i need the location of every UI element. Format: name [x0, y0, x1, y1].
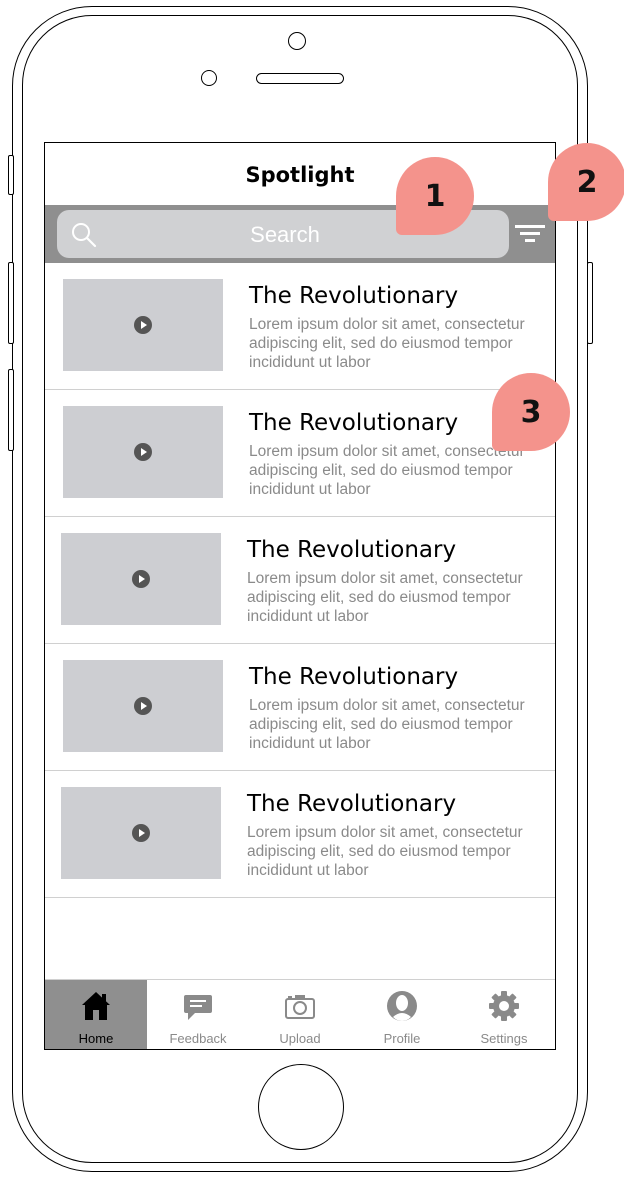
power-button [587, 262, 593, 344]
page-title: Spotlight [245, 163, 355, 187]
tab-label: Home [78, 1031, 114, 1046]
app-screen: Spotlight The Revolutionary Lorem ipsum … [44, 142, 556, 1050]
video-thumbnail[interactable] [63, 406, 223, 498]
item-description: Lorem ipsum dolor sit amet, consectetur … [249, 697, 525, 752]
video-list: The Revolutionary Lorem ipsum dolor sit … [45, 263, 555, 898]
tab-label: Profile [383, 1031, 421, 1046]
item-description: Lorem ipsum dolor sit amet, consectetur … [249, 443, 525, 498]
tab-label: Upload [279, 1031, 321, 1046]
volume-down-button [8, 369, 14, 451]
search-bar [45, 205, 555, 263]
earpiece-speaker [256, 73, 344, 84]
list-item[interactable]: The Revolutionary Lorem ipsum dolor sit … [45, 644, 555, 771]
home-icon [82, 992, 110, 1020]
play-icon[interactable] [134, 697, 152, 715]
feedback-icon [184, 995, 212, 1020]
annotation-callout-1: 1 [396, 157, 474, 235]
tab-upload[interactable]: Upload [249, 980, 351, 1049]
app-header: Spotlight [45, 143, 555, 205]
profile-icon [387, 991, 417, 1021]
list-item[interactable]: The Revolutionary Lorem ipsum dolor sit … [45, 517, 555, 644]
front-camera [288, 32, 306, 50]
item-title: The Revolutionary [247, 537, 457, 563]
item-title: The Revolutionary [249, 410, 459, 436]
filter-icon[interactable] [515, 219, 545, 247]
tab-label: Settings [480, 1031, 528, 1046]
video-thumbnail[interactable] [63, 279, 223, 371]
item-description: Lorem ipsum dolor sit amet, consectetur … [247, 570, 523, 625]
item-description: Lorem ipsum dolor sit amet, consectetur … [249, 316, 525, 371]
video-thumbnail[interactable] [61, 533, 221, 625]
tab-settings[interactable]: Settings [453, 980, 555, 1049]
play-icon[interactable] [134, 443, 152, 461]
annotation-callout-2: 2 [548, 143, 624, 221]
list-item[interactable]: The Revolutionary Lorem ipsum dolor sit … [45, 771, 555, 898]
gear-icon [489, 991, 519, 1021]
camera-icon [285, 995, 315, 1019]
item-title: The Revolutionary [247, 791, 457, 817]
item-title: The Revolutionary [249, 664, 459, 690]
item-description: Lorem ipsum dolor sit amet, consectetur … [247, 824, 523, 879]
tab-profile[interactable]: Profile [351, 980, 453, 1049]
tab-home[interactable]: Home [45, 980, 147, 1049]
video-thumbnail[interactable] [63, 660, 223, 752]
tab-bar: Home Feedback Upload Profile Settings [45, 979, 555, 1049]
list-item[interactable]: The Revolutionary Lorem ipsum dolor sit … [45, 390, 555, 517]
list-item[interactable]: The Revolutionary Lorem ipsum dolor sit … [45, 263, 555, 390]
home-button[interactable] [258, 1064, 344, 1150]
play-icon[interactable] [134, 316, 152, 334]
play-icon[interactable] [132, 824, 150, 842]
annotation-callout-3: 3 [492, 373, 570, 451]
volume-up-button [8, 262, 14, 344]
play-icon[interactable] [132, 570, 150, 588]
proximity-sensor [201, 70, 217, 86]
tab-label: Feedback [169, 1031, 227, 1046]
item-title: The Revolutionary [249, 283, 459, 309]
video-thumbnail[interactable] [61, 787, 221, 879]
tab-feedback[interactable]: Feedback [147, 980, 249, 1049]
mute-switch [8, 155, 14, 195]
